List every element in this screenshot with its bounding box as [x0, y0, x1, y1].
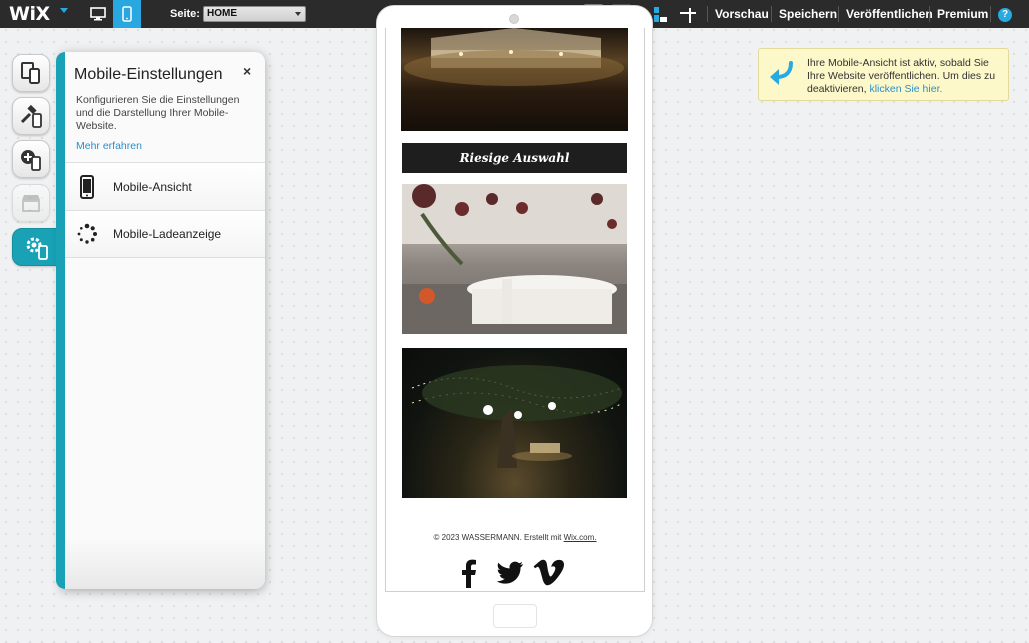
phone-camera	[509, 14, 519, 24]
site-footer-text: © 2023 WASSERMANN. Erstellt mit Wix.com.	[385, 533, 645, 542]
mobile-view-item[interactable]: Mobile-Ansicht	[65, 162, 265, 210]
logo-menu-caret-icon[interactable]	[60, 8, 68, 13]
hammer-mobile-icon	[20, 104, 42, 128]
mobile-icon	[122, 6, 132, 22]
page-select-value: HOME	[207, 8, 237, 19]
toolbar-divider	[929, 6, 930, 22]
notice-text: Ihre Mobile-Ansicht ist aktiv, sobald Si…	[807, 57, 1003, 96]
mobile-loader-label: Mobile-Ladeanzeige	[113, 227, 222, 241]
help-icon[interactable]: ?	[998, 8, 1012, 22]
mobile-settings-button[interactable]	[12, 228, 62, 266]
section-banner[interactable]: Riesige Auswahl	[402, 143, 627, 173]
wedding-tables-image[interactable]	[402, 184, 627, 334]
chevron-down-icon	[295, 12, 301, 16]
store-button[interactable]	[12, 184, 50, 222]
panel-accent-stripe	[56, 52, 65, 589]
layers-icon	[653, 6, 667, 22]
vimeo-icon[interactable]	[532, 557, 566, 589]
twitter-icon[interactable]	[494, 557, 526, 589]
desktop-view-button[interactable]	[84, 0, 112, 28]
panel-title: Mobile-Einstellungen	[74, 66, 223, 83]
add-mobile-icon	[21, 150, 41, 171]
toolbar-divider	[771, 6, 772, 22]
save-link[interactable]: Speichern	[779, 7, 837, 21]
curved-arrow-icon	[770, 61, 793, 85]
desktop-icon	[90, 7, 106, 21]
wix-logo[interactable]: WiX	[9, 3, 50, 25]
deactivate-link[interactable]: klicken Sie hier.	[869, 83, 942, 95]
page-label: Seite:	[170, 8, 200, 20]
gear-mobile-icon	[26, 237, 48, 260]
phone-home-button	[493, 604, 537, 628]
panel-footer	[65, 539, 265, 589]
mobile-settings-panel: Mobile-Einstellungen × Konfigurieren Sie…	[61, 52, 265, 589]
publish-link[interactable]: Veröffentlichen	[846, 7, 933, 21]
mobile-pages-button[interactable]	[12, 54, 50, 92]
store-icon	[22, 195, 40, 212]
toolbar-divider	[990, 6, 991, 22]
mobile-pages-icon	[21, 62, 40, 84]
page-select[interactable]: HOME	[203, 6, 306, 22]
close-icon[interactable]: ×	[243, 63, 251, 79]
add-mobile-element-button[interactable]	[12, 140, 50, 178]
premium-link[interactable]: Premium	[937, 7, 988, 21]
mobile-view-label: Mobile-Ansicht	[113, 179, 192, 194]
copyright-text: © 2023 WASSERMANN. Erstellt mit	[433, 533, 564, 542]
toolbar-divider	[707, 6, 708, 22]
loading-spinner-icon	[65, 223, 109, 245]
learn-more-link[interactable]: Mehr erfahren	[76, 140, 142, 152]
mobile-view-button[interactable]	[113, 0, 141, 28]
phone-icon	[65, 174, 109, 199]
tent-night-image[interactable]	[401, 28, 628, 131]
ruler-icon	[679, 7, 696, 23]
rulers-button[interactable]	[677, 4, 698, 25]
facebook-icon[interactable]	[458, 557, 480, 589]
tree-lights-image[interactable]	[402, 348, 627, 498]
toolbar-divider	[838, 6, 839, 22]
preview-link[interactable]: Vorschau	[715, 7, 769, 21]
mobile-tools-button[interactable]	[12, 97, 50, 135]
panel-description: Konfigurieren Sie die Einstellungen und …	[76, 94, 240, 132]
mobile-active-notice: Ihre Mobile-Ansicht ist aktiv, sobald Si…	[758, 48, 1009, 101]
mobile-loader-item[interactable]: Mobile-Ladeanzeige	[65, 210, 265, 258]
wix-footer-link[interactable]: Wix.com.	[564, 533, 597, 542]
